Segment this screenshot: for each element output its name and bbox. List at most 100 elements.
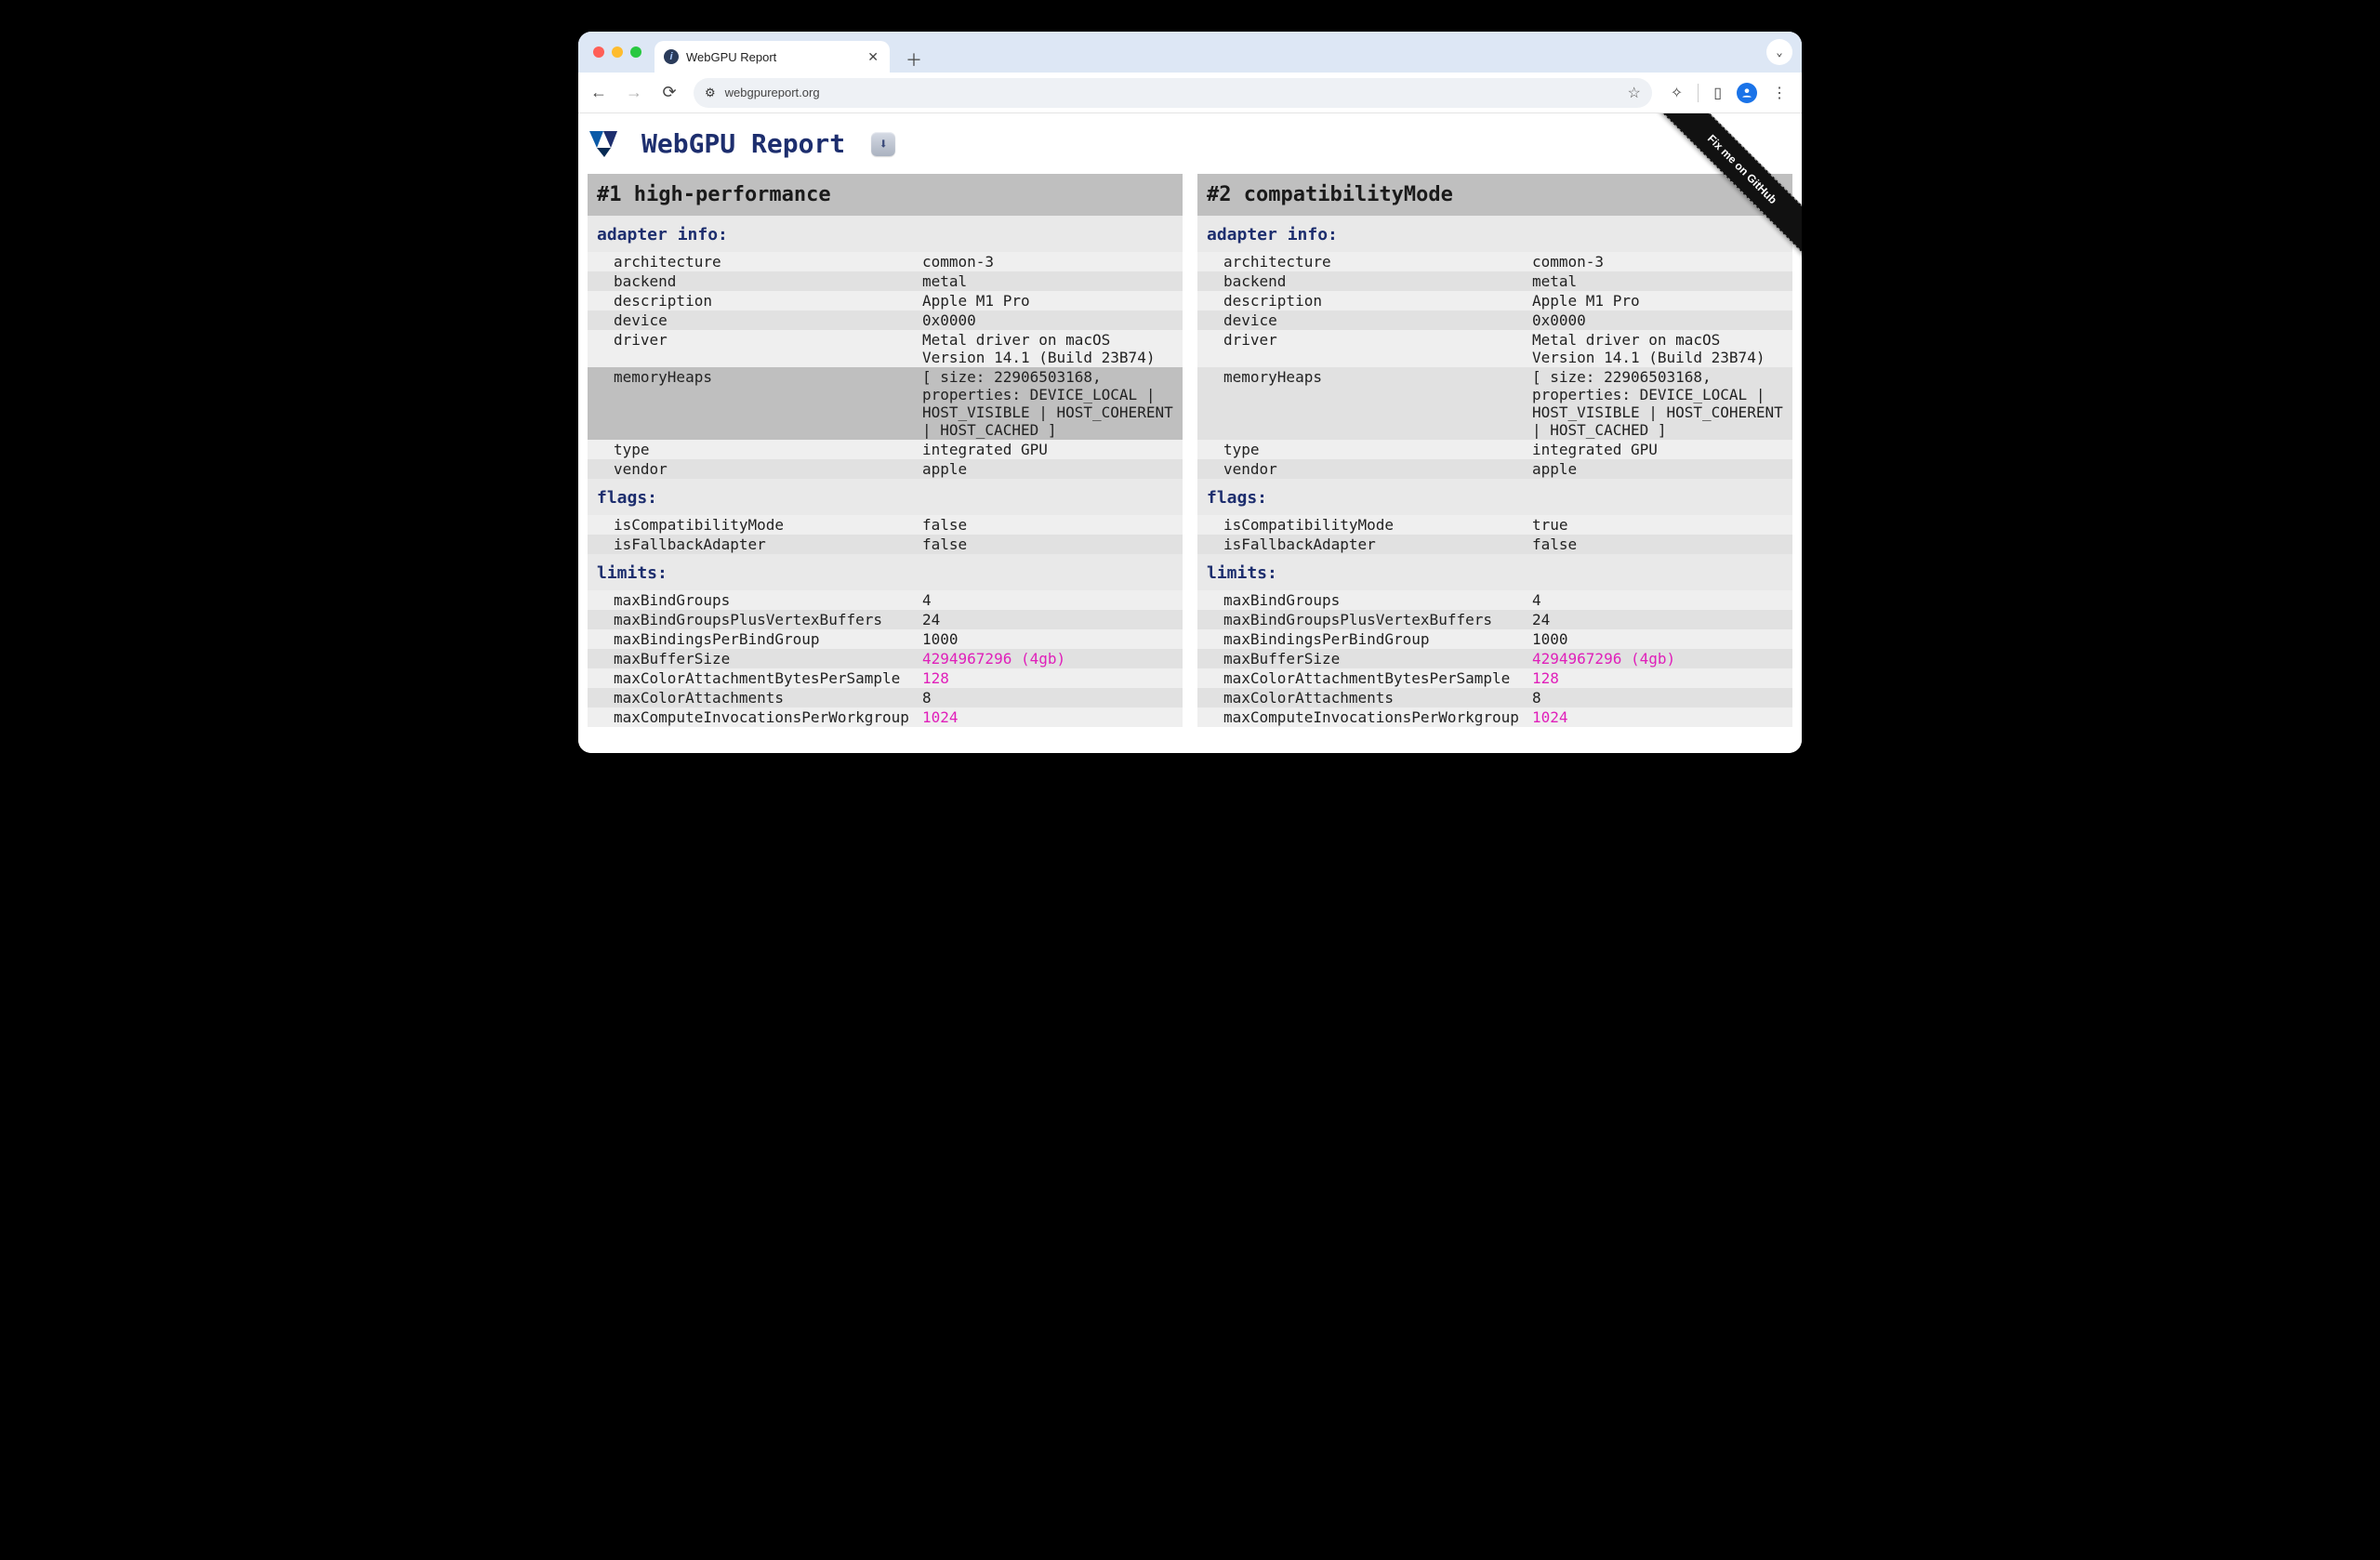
kv-key: type bbox=[588, 441, 922, 458]
kv-key: maxBufferSize bbox=[1197, 650, 1532, 668]
extensions-icon[interactable]: ✧ bbox=[1671, 84, 1683, 102]
kv-value: 8 bbox=[1532, 689, 1792, 707]
kv-key: maxBindGroups bbox=[588, 591, 922, 609]
site-settings-icon[interactable]: ⚙ bbox=[705, 86, 716, 100]
page-title: WebGPU Report ⬇ bbox=[589, 128, 1792, 159]
flags-section: isCompatibilityModetrueisFallbackAdapter… bbox=[1197, 515, 1792, 554]
kv-key: isFallbackAdapter bbox=[588, 535, 922, 553]
kv-row: maxComputeInvocationsPerWorkgroup1024 bbox=[1197, 707, 1792, 727]
tab-close-icon[interactable]: ✕ bbox=[867, 49, 879, 65]
kv-value: integrated GPU bbox=[922, 441, 1183, 458]
download-button[interactable]: ⬇ bbox=[871, 132, 895, 156]
kv-key: maxBufferSize bbox=[588, 650, 922, 668]
kv-key: type bbox=[1197, 441, 1532, 458]
toolbar-right: ✧ ▯ ⋮ bbox=[1665, 83, 1792, 103]
divider bbox=[1698, 84, 1699, 102]
profile-avatar[interactable] bbox=[1737, 83, 1757, 103]
kv-row: maxBindingsPerBindGroup1000 bbox=[1197, 629, 1792, 649]
kv-row: isFallbackAdapterfalse bbox=[1197, 535, 1792, 554]
window-maximize-button[interactable] bbox=[630, 46, 641, 58]
kv-value: metal bbox=[922, 272, 1183, 290]
kv-row: maxColorAttachments8 bbox=[588, 688, 1183, 707]
kv-row: maxBindGroupsPlusVertexBuffers24 bbox=[588, 610, 1183, 629]
kv-row: vendorapple bbox=[588, 459, 1183, 479]
webgpu-logo-icon bbox=[589, 131, 632, 157]
kv-value: false bbox=[922, 535, 1183, 553]
kv-key: device bbox=[1197, 311, 1532, 329]
kv-key: backend bbox=[588, 272, 922, 290]
kv-row: maxBufferSize4294967296 (4gb) bbox=[588, 649, 1183, 668]
adapter-info-section: architecturecommon-3backendmetaldescript… bbox=[588, 252, 1183, 479]
kebab-menu-icon[interactable]: ⋮ bbox=[1772, 84, 1787, 102]
kv-value: [ size: 22906503168, properties: DEVICE_… bbox=[922, 368, 1183, 439]
adapter-columns: #1 high-performanceadapter info:architec… bbox=[588, 174, 1792, 727]
kv-value: apple bbox=[922, 460, 1183, 478]
kv-row: architecturecommon-3 bbox=[588, 252, 1183, 271]
kv-row: typeintegrated GPU bbox=[1197, 440, 1792, 459]
kv-value: metal bbox=[1532, 272, 1792, 290]
tab-active[interactable]: i WebGPU Report ✕ bbox=[654, 41, 890, 73]
window-minimize-button[interactable] bbox=[612, 46, 623, 58]
tab-title: WebGPU Report bbox=[686, 50, 776, 64]
kv-key: vendor bbox=[1197, 460, 1532, 478]
kv-row: maxBindGroups4 bbox=[588, 590, 1183, 610]
kv-value: 4294967296 (4gb) bbox=[922, 650, 1183, 668]
kv-value: true bbox=[1532, 516, 1792, 534]
limits-section: maxBindGroups4maxBindGroupsPlusVertexBuf… bbox=[588, 590, 1183, 727]
flags-section-header: flags: bbox=[588, 479, 1183, 515]
kv-key: driver bbox=[1197, 331, 1532, 366]
kv-value: 1024 bbox=[922, 708, 1183, 726]
kv-key: maxBindingsPerBindGroup bbox=[588, 630, 922, 648]
kv-row: vendorapple bbox=[1197, 459, 1792, 479]
kv-key: maxColorAttachmentBytesPerSample bbox=[1197, 669, 1532, 687]
kv-key: description bbox=[588, 292, 922, 310]
kv-value: 0x0000 bbox=[1532, 311, 1792, 329]
kv-value: integrated GPU bbox=[1532, 441, 1792, 458]
kv-key: isFallbackAdapter bbox=[1197, 535, 1532, 553]
adapter-info-section: architecturecommon-3backendmetaldescript… bbox=[1197, 252, 1792, 479]
kv-key: maxBindGroupsPlusVertexBuffers bbox=[588, 611, 922, 628]
kv-key: maxComputeInvocationsPerWorkgroup bbox=[588, 708, 922, 726]
kv-value: Apple M1 Pro bbox=[1532, 292, 1792, 310]
kv-row: device0x0000 bbox=[588, 311, 1183, 330]
kv-value: 1024 bbox=[1532, 708, 1792, 726]
kv-key: maxComputeInvocationsPerWorkgroup bbox=[1197, 708, 1532, 726]
adapter-column: #1 high-performanceadapter info:architec… bbox=[588, 174, 1183, 727]
kv-value: Metal driver on macOS Version 14.1 (Buil… bbox=[922, 331, 1183, 366]
kv-value: 1000 bbox=[1532, 630, 1792, 648]
kv-row: backendmetal bbox=[1197, 271, 1792, 291]
kv-key: architecture bbox=[1197, 253, 1532, 271]
kv-row: maxColorAttachmentBytesPerSample128 bbox=[1197, 668, 1792, 688]
kv-row: descriptionApple M1 Pro bbox=[588, 291, 1183, 311]
limits-section-header: limits: bbox=[1197, 554, 1792, 590]
window-close-button[interactable] bbox=[593, 46, 604, 58]
kv-value: 1000 bbox=[922, 630, 1183, 648]
github-ribbon[interactable]: Fix me on GitHub bbox=[1644, 113, 1802, 271]
kv-row: maxBindGroupsPlusVertexBuffers24 bbox=[1197, 610, 1792, 629]
bookmark-icon[interactable]: ☆ bbox=[1627, 84, 1640, 102]
tabs-overflow-button[interactable]: ⌄ bbox=[1766, 39, 1792, 65]
kv-value: 4 bbox=[1532, 591, 1792, 609]
kv-row: device0x0000 bbox=[1197, 311, 1792, 330]
new-tab-button[interactable]: ＋ bbox=[901, 46, 927, 73]
kv-value: 0x0000 bbox=[922, 311, 1183, 329]
window-controls bbox=[588, 46, 641, 58]
kv-row: driverMetal driver on macOS Version 14.1… bbox=[1197, 330, 1792, 367]
kv-key: backend bbox=[1197, 272, 1532, 290]
back-button[interactable]: ← bbox=[588, 83, 610, 102]
kv-row: descriptionApple M1 Pro bbox=[1197, 291, 1792, 311]
address-bar[interactable]: ⚙ webgpureport.org ☆ bbox=[694, 78, 1652, 108]
forward-button[interactable]: → bbox=[623, 83, 645, 102]
kv-row: maxColorAttachments8 bbox=[1197, 688, 1792, 707]
reload-button[interactable]: ⟳ bbox=[658, 83, 681, 102]
kv-key: maxColorAttachments bbox=[1197, 689, 1532, 707]
kv-value: 24 bbox=[922, 611, 1183, 628]
kv-value: Apple M1 Pro bbox=[922, 292, 1183, 310]
kv-value: Metal driver on macOS Version 14.1 (Buil… bbox=[1532, 331, 1792, 366]
github-ribbon-label: Fix me on GitHub bbox=[1645, 113, 1802, 267]
tab-strip: i WebGPU Report ✕ ＋ bbox=[654, 32, 927, 73]
limits-section-header: limits: bbox=[588, 554, 1183, 590]
kv-key: vendor bbox=[588, 460, 922, 478]
side-panel-icon[interactable]: ▯ bbox=[1713, 84, 1722, 102]
kv-key: memoryHeaps bbox=[1197, 368, 1532, 439]
